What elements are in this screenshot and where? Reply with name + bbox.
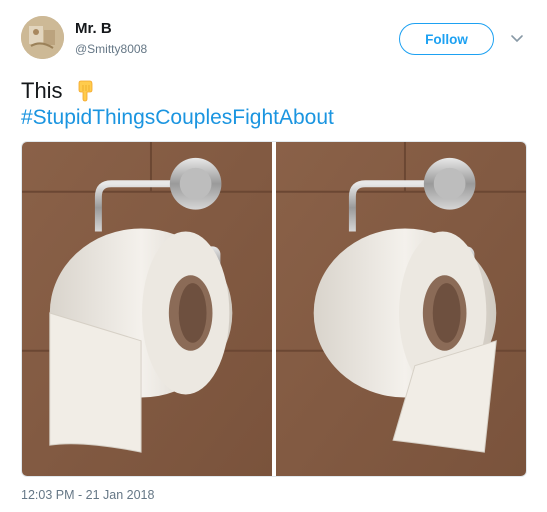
media-divider <box>272 142 274 476</box>
chevron-down-icon[interactable] <box>510 33 524 45</box>
photo-toilet-paper-under[interactable] <box>276 142 526 476</box>
tweet-text-content: This <box>21 78 63 103</box>
tweet-text: This <box>21 78 97 104</box>
display-name[interactable]: Mr. B <box>75 20 112 37</box>
photo-toilet-paper-over[interactable] <box>22 142 273 476</box>
tweet-media[interactable] <box>21 141 527 477</box>
tweet-timestamp[interactable]: 12:03 PM - 21 Jan 2018 <box>21 488 154 502</box>
user-handle[interactable]: @Smitty8008 <box>75 42 147 56</box>
pointing-down-emoji-icon <box>73 79 97 103</box>
follow-button[interactable]: Follow <box>399 23 494 55</box>
avatar[interactable] <box>21 16 64 59</box>
hashtag-link[interactable]: #StupidThingsCouplesFightAbout <box>21 106 334 130</box>
